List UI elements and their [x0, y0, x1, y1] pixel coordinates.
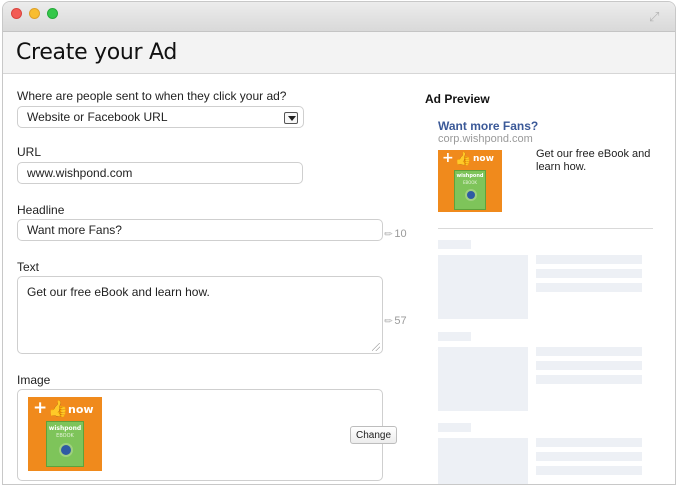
- zoom-window-button[interactable]: [47, 8, 58, 19]
- destination-select[interactable]: Website or Facebook URL: [17, 106, 304, 128]
- placeholder-line: [536, 466, 642, 475]
- page-header: Create your Ad: [3, 32, 675, 74]
- expand-icon[interactable]: ⤢: [649, 10, 663, 24]
- ad-preview-domain: corp.wishpond.com: [438, 133, 533, 145]
- destination-label: Where are people sent to when they click…: [17, 89, 287, 103]
- chevron-down-icon[interactable]: [284, 112, 298, 124]
- app-window: ⤢ Create your Ad Where are people sent t…: [2, 1, 676, 485]
- text-char-counter: ✎57: [382, 314, 407, 329]
- thumbs-up-icon: 👍: [455, 151, 472, 166]
- ebook-seal-icon: [59, 443, 73, 457]
- placeholder-line: [536, 283, 642, 292]
- headline-input[interactable]: Want more Fans?: [17, 219, 383, 241]
- text-textarea[interactable]: Get our free eBook and learn how.: [17, 276, 383, 354]
- image-picker: + 👍 now wishpond EBOOK Change: [17, 389, 398, 481]
- placeholder-line: [536, 269, 642, 278]
- ad-image-now: now: [68, 403, 94, 416]
- ad-preview-headline[interactable]: Want more Fans?: [438, 119, 538, 133]
- plus-icon: +: [442, 150, 454, 166]
- ebook-graphic: wishpond EBOOK: [46, 421, 84, 467]
- ad-preview-body: Get our free eBook and learn how.: [536, 148, 651, 173]
- ebook-graphic: wishpond EBOOK: [454, 170, 486, 210]
- placeholder-image: [438, 438, 528, 484]
- placeholder-heading: [438, 332, 471, 341]
- title-bar: ⤢: [3, 2, 675, 32]
- ebook-label: EBOOK: [56, 433, 74, 439]
- thumbs-up-icon: 👍: [48, 401, 68, 418]
- image-label: Image: [17, 373, 51, 387]
- headline-char-counter: ✎10: [382, 227, 407, 242]
- ad-preview-title: Ad Preview: [425, 92, 490, 106]
- placeholder-line: [536, 347, 642, 356]
- placeholder-heading: [438, 423, 471, 432]
- ad-image-thumbnail: + 👍 now wishpond EBOOK: [28, 397, 102, 471]
- headline-label: Headline: [17, 203, 65, 217]
- text-label: Text: [17, 260, 40, 274]
- resize-handle-icon[interactable]: [372, 343, 380, 351]
- url-label: URL: [17, 145, 42, 159]
- placeholder-line: [536, 438, 642, 447]
- placeholder-line: [536, 255, 642, 264]
- ebook-brand: wishpond: [48, 425, 82, 432]
- preview-divider: [438, 228, 653, 229]
- destination-select-value: Website or Facebook URL: [27, 110, 168, 124]
- placeholder-image: [438, 255, 528, 319]
- ebook-label: EBOOK: [462, 180, 478, 185]
- placeholder-heading: [438, 240, 471, 249]
- placeholder-line: [536, 361, 642, 370]
- close-window-button[interactable]: [11, 8, 22, 19]
- placeholder-line: [536, 375, 642, 384]
- change-image-button[interactable]: Change: [350, 426, 398, 444]
- placeholder-image: [438, 347, 528, 411]
- placeholder-line: [536, 452, 642, 461]
- ad-image-now: now: [473, 154, 494, 164]
- headline-input-value: Want more Fans?: [27, 223, 122, 237]
- text-textarea-value: Get our free eBook and learn how.: [27, 285, 210, 299]
- plus-icon: +: [33, 398, 48, 418]
- ebook-brand: wishpond: [456, 173, 484, 179]
- ad-preview-image[interactable]: + 👍 now wishpond EBOOK: [438, 150, 502, 212]
- url-input[interactable]: www.wishpond.com: [17, 162, 303, 184]
- ebook-seal-icon: [465, 189, 477, 201]
- page-title: Create your Ad: [16, 40, 177, 65]
- minimize-window-button[interactable]: [29, 8, 40, 19]
- url-input-value: www.wishpond.com: [27, 166, 133, 180]
